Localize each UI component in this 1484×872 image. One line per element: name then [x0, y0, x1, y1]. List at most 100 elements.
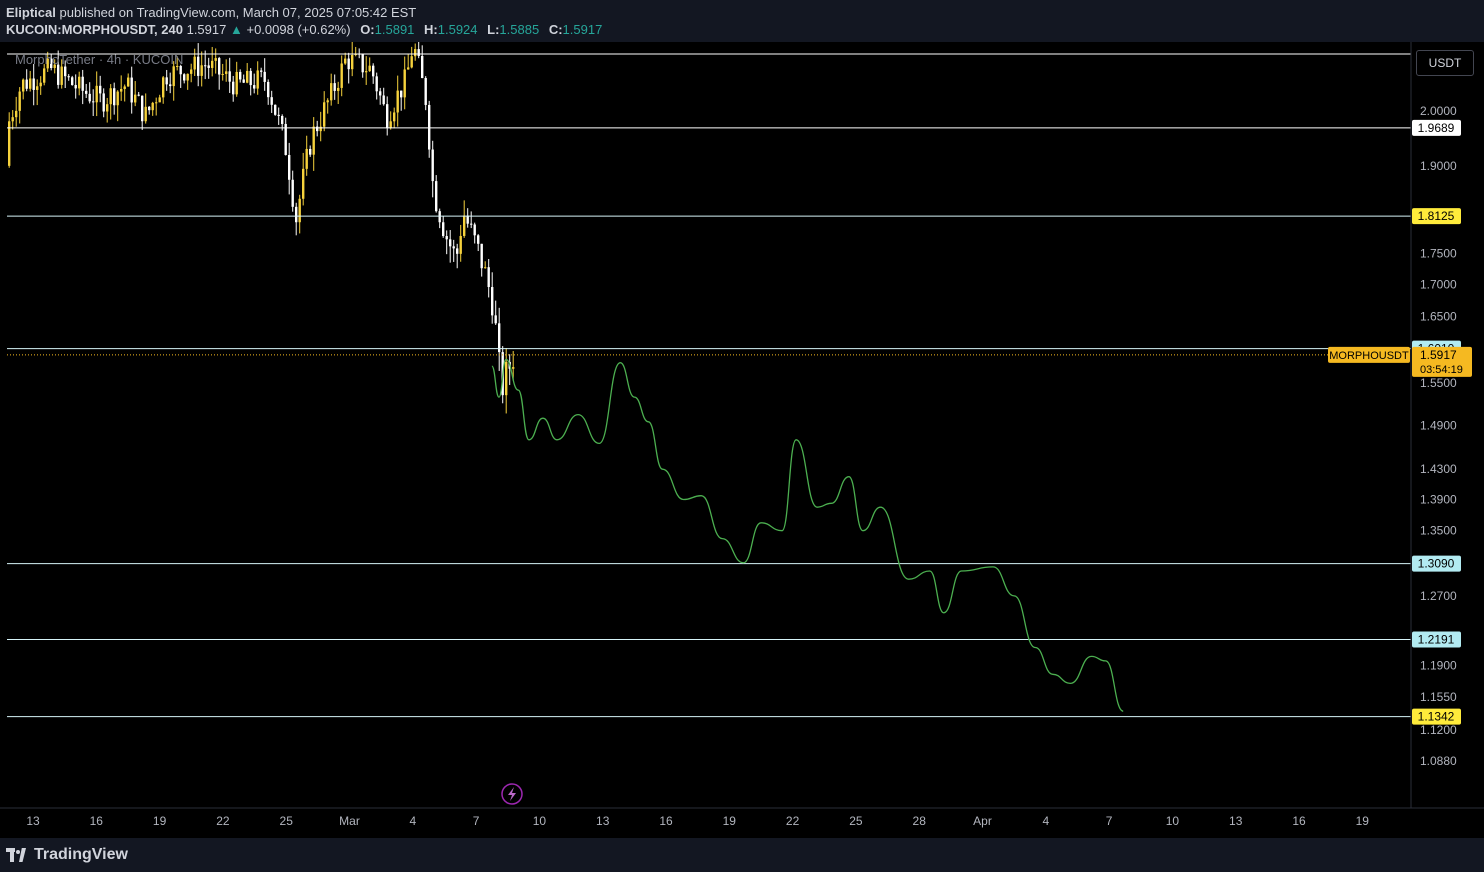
candle-body: [284, 123, 287, 155]
candle-body: [88, 93, 91, 102]
candle-body: [463, 215, 466, 236]
symbol-tag: MORPHOUSDT: [1329, 350, 1409, 362]
time-tick-label: 22: [786, 814, 800, 828]
candle-body: [221, 73, 224, 75]
level-badge-label: 1.9689: [1418, 121, 1455, 135]
time-tick-label: Apr: [973, 814, 992, 828]
candle-body: [291, 179, 294, 207]
candle-body: [309, 148, 312, 155]
candle-body: [204, 65, 207, 67]
brand-name: TradingView: [34, 846, 128, 863]
candle-body: [67, 76, 70, 78]
chart-title: MorphoTether · 4h · KUCOIN: [15, 52, 183, 67]
candle-body: [197, 56, 200, 76]
candle-body: [410, 56, 413, 68]
candle-body: [407, 67, 410, 70]
candle-body: [32, 78, 35, 90]
candle-body: [214, 58, 217, 61]
price-tick-label: 1.7000: [1420, 278, 1457, 292]
candle-body: [85, 90, 88, 94]
candle-body: [22, 79, 25, 92]
currency-button[interactable]: USDT: [1416, 50, 1474, 76]
time-tick-label: 16: [1292, 814, 1306, 828]
chart-header: Eliptical published on TradingView.com, …: [0, 0, 1484, 42]
candle-body: [270, 97, 273, 105]
tradingview-mark-icon: [6, 848, 28, 862]
candle-body: [351, 54, 354, 70]
candle-body: [225, 71, 228, 74]
candle-body: [29, 78, 32, 89]
symbol-label[interactable]: KUCOIN:MORPHOUSDT, 240: [6, 22, 183, 37]
candle-body: [445, 236, 448, 240]
time-tick-label: 13: [596, 814, 610, 828]
candle-body: [190, 69, 193, 74]
candle-body: [141, 95, 144, 122]
candle-body: [491, 287, 494, 316]
candle-body: [151, 102, 154, 111]
candle-body: [414, 49, 417, 57]
close-label: C:: [548, 22, 563, 37]
candle-body: [400, 90, 403, 98]
candle-body: [120, 88, 123, 92]
price-tick-label: 1.0880: [1420, 754, 1457, 768]
price-tick-label: 1.3900: [1420, 492, 1457, 506]
time-tick-label: 13: [1229, 814, 1243, 828]
candle-body: [267, 81, 270, 98]
last-price: 1.5917: [186, 22, 227, 37]
low-label: L:: [487, 22, 500, 37]
time-tick-label: 19: [153, 814, 167, 828]
price-tick-label: 1.7500: [1420, 247, 1457, 261]
candle-body: [452, 246, 455, 249]
candle-body: [403, 69, 406, 98]
candle-body: [389, 121, 392, 129]
tradingview-logo[interactable]: TradingView: [6, 846, 128, 864]
candle-body: [263, 71, 266, 82]
high-label: H:: [424, 22, 438, 37]
candle-body: [211, 60, 214, 68]
candle-body: [494, 315, 497, 324]
candle-body: [162, 77, 165, 98]
candle-body: [71, 77, 74, 85]
candle-body: [484, 267, 487, 269]
candle-body: [431, 149, 434, 182]
time-tick-label: 16: [90, 814, 104, 828]
up-arrow-icon: ▲: [229, 22, 243, 37]
candle-body: [15, 110, 18, 118]
candle-body: [102, 93, 105, 112]
price-chart[interactable]: 2.10002.00001.90001.75001.70001.65001.55…: [0, 42, 1484, 838]
countdown-label: 03:54:19: [1420, 364, 1463, 376]
candle-body: [372, 65, 375, 77]
candle-body: [438, 211, 441, 223]
candle-body: [137, 94, 140, 96]
candle-body: [193, 56, 196, 70]
time-tick-label: 7: [1106, 814, 1113, 828]
candle-body: [57, 64, 60, 85]
candle-body: [326, 100, 329, 103]
candle-body: [340, 63, 343, 88]
candle-body: [512, 367, 515, 369]
author-name[interactable]: Eliptical: [6, 5, 56, 20]
time-tick-label: 7: [473, 814, 480, 828]
candle-body: [347, 58, 350, 70]
candle-body: [144, 106, 147, 122]
candle-body: [487, 267, 490, 288]
candle-body: [361, 54, 364, 73]
candle-body: [470, 223, 473, 225]
candle-body: [466, 215, 469, 224]
price-tick-label: 1.3500: [1420, 524, 1457, 538]
candle-body: [123, 86, 126, 89]
candle-body: [375, 76, 378, 92]
candle-body: [106, 104, 109, 112]
candle-body: [274, 104, 277, 115]
candle-body: [253, 85, 256, 89]
price-change: +0.0098 (+0.62%): [246, 22, 351, 37]
candle-body: [393, 112, 396, 122]
candle-body: [186, 73, 189, 81]
candle-body: [379, 91, 382, 96]
candle-body: [155, 102, 158, 104]
candle-body: [435, 181, 438, 212]
candle-body: [158, 97, 161, 103]
candle-body: [64, 66, 67, 77]
candle-body: [235, 71, 238, 95]
candle-body: [127, 77, 130, 87]
